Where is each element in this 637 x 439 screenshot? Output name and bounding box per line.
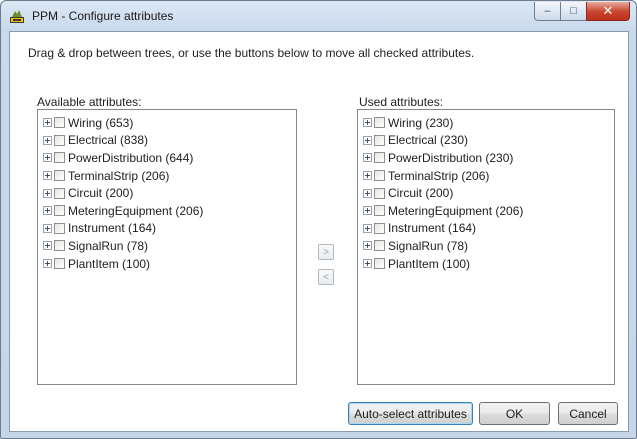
checkbox[interactable] xyxy=(374,134,385,146)
tree-item[interactable]: Wiring (653) xyxy=(38,114,296,132)
tree-item-label: Instrument (164) xyxy=(388,221,477,236)
minimize-icon: – xyxy=(544,5,551,17)
dialog-window: PPM - Configure attributes – □ ✕ Drag & … xyxy=(0,0,637,439)
chevron-right-icon: > xyxy=(323,246,329,258)
expand-plus-icon[interactable] xyxy=(363,223,372,233)
used-attributes-label: Used attributes: xyxy=(359,95,444,109)
checkbox[interactable] xyxy=(374,205,385,217)
tree-item-label: PowerDistribution (230) xyxy=(388,150,514,165)
expand-plus-icon[interactable] xyxy=(43,241,52,251)
ok-button[interactable]: OK xyxy=(479,402,550,425)
checkbox[interactable] xyxy=(374,170,385,182)
expand-plus-icon[interactable] xyxy=(363,241,372,251)
checkbox[interactable] xyxy=(374,152,385,164)
expand-plus-icon[interactable] xyxy=(43,135,52,145)
tree-item[interactable]: MeteringEquipment (206) xyxy=(358,202,614,220)
app-icon xyxy=(10,10,24,23)
tree-item-label: PowerDistribution (644) xyxy=(68,150,194,165)
expand-plus-icon[interactable] xyxy=(43,188,52,198)
expand-plus-icon[interactable] xyxy=(43,223,52,233)
expand-plus-icon[interactable] xyxy=(363,259,372,269)
instruction-text: Drag & drop between trees, or use the bu… xyxy=(28,46,475,60)
expand-plus-icon[interactable] xyxy=(363,135,372,145)
auto-select-attributes-button[interactable]: Auto-select attributes xyxy=(348,402,473,425)
checkbox[interactable] xyxy=(374,117,385,129)
checkbox[interactable] xyxy=(54,222,65,234)
tree-item[interactable]: SignalRun (78) xyxy=(358,237,614,255)
available-attributes-label: Available attributes: xyxy=(37,95,142,109)
tree-item-label: Wiring (230) xyxy=(388,115,454,130)
title-bar[interactable]: PPM - Configure attributes – □ ✕ xyxy=(1,1,636,31)
tree-item[interactable]: Circuit (200) xyxy=(358,184,614,202)
tree-item-label: SignalRun (78) xyxy=(68,238,149,253)
expand-plus-icon[interactable] xyxy=(363,188,372,198)
expand-plus-icon[interactable] xyxy=(43,259,52,269)
expand-plus-icon[interactable] xyxy=(43,206,52,216)
tree-item-label: Circuit (200) xyxy=(388,186,454,201)
checkbox[interactable] xyxy=(54,134,65,146)
cancel-button[interactable]: Cancel xyxy=(558,402,618,425)
tree-item-label: PlantItem (100) xyxy=(68,256,151,271)
checkbox[interactable] xyxy=(54,258,65,270)
expand-plus-icon[interactable] xyxy=(43,153,52,163)
tree-item[interactable]: Instrument (164) xyxy=(358,220,614,238)
tree-item-label: MeteringEquipment (206) xyxy=(68,203,204,218)
tree-item-label: Electrical (230) xyxy=(388,133,469,148)
close-icon: ✕ xyxy=(602,3,614,18)
dialog-content: Drag & drop between trees, or use the bu… xyxy=(9,31,629,432)
expand-plus-icon[interactable] xyxy=(43,171,52,181)
tree-item[interactable]: Wiring (230) xyxy=(358,114,614,132)
tree-item[interactable]: SignalRun (78) xyxy=(38,237,296,255)
close-button[interactable]: ✕ xyxy=(586,2,630,21)
tree-item[interactable]: PowerDistribution (644) xyxy=(38,149,296,167)
checkbox[interactable] xyxy=(374,222,385,234)
checkbox[interactable] xyxy=(54,240,65,252)
tree-item-label: SignalRun (78) xyxy=(388,238,469,253)
checkbox[interactable] xyxy=(54,117,65,129)
tree-item[interactable]: PlantItem (100) xyxy=(358,255,614,273)
tree-item[interactable]: Instrument (164) xyxy=(38,220,296,238)
tree-item[interactable]: MeteringEquipment (206) xyxy=(38,202,296,220)
tree-item-label: Circuit (200) xyxy=(68,186,134,201)
tree-item-label: MeteringEquipment (206) xyxy=(388,203,524,218)
minimize-button[interactable]: – xyxy=(534,2,560,21)
expand-plus-icon[interactable] xyxy=(363,171,372,181)
tree-item-label: Electrical (838) xyxy=(68,133,149,148)
checkbox[interactable] xyxy=(54,152,65,164)
checkbox[interactable] xyxy=(54,187,65,199)
available-attributes-tree[interactable]: Wiring (653) Electrical (838) PowerDistrib… xyxy=(37,109,297,385)
tree-item-label: Wiring (653) xyxy=(68,115,134,130)
used-attributes-tree[interactable]: Wiring (230) Electrical (230) PowerDistrib… xyxy=(357,109,615,385)
tree-item[interactable]: TerminalStrip (206) xyxy=(38,167,296,185)
checkbox[interactable] xyxy=(374,240,385,252)
checkbox[interactable] xyxy=(374,258,385,270)
maximize-button[interactable]: □ xyxy=(560,2,586,21)
tree-item[interactable]: PlantItem (100) xyxy=(38,255,296,273)
expand-plus-icon[interactable] xyxy=(363,118,372,128)
tree-item-label: TerminalStrip (206) xyxy=(68,168,170,183)
checkbox[interactable] xyxy=(54,205,65,217)
window-title: PPM - Configure attributes xyxy=(32,9,174,23)
checkbox[interactable] xyxy=(54,170,65,182)
expand-plus-icon[interactable] xyxy=(43,118,52,128)
tree-item-label: Instrument (164) xyxy=(68,221,157,236)
tree-item-label: TerminalStrip (206) xyxy=(388,168,490,183)
tree-item[interactable]: PowerDistribution (230) xyxy=(358,149,614,167)
move-left-button[interactable]: < xyxy=(318,269,334,285)
checkbox[interactable] xyxy=(374,187,385,199)
tree-item[interactable]: Electrical (230) xyxy=(358,132,614,150)
expand-plus-icon[interactable] xyxy=(363,206,372,216)
move-right-button[interactable]: > xyxy=(318,244,334,260)
tree-item[interactable]: Circuit (200) xyxy=(38,184,296,202)
chevron-left-icon: < xyxy=(323,271,329,283)
tree-item[interactable]: Electrical (838) xyxy=(38,132,296,150)
expand-plus-icon[interactable] xyxy=(363,153,372,163)
tree-item[interactable]: TerminalStrip (206) xyxy=(358,167,614,185)
maximize-icon: □ xyxy=(570,5,577,17)
tree-item-label: PlantItem (100) xyxy=(388,256,471,271)
